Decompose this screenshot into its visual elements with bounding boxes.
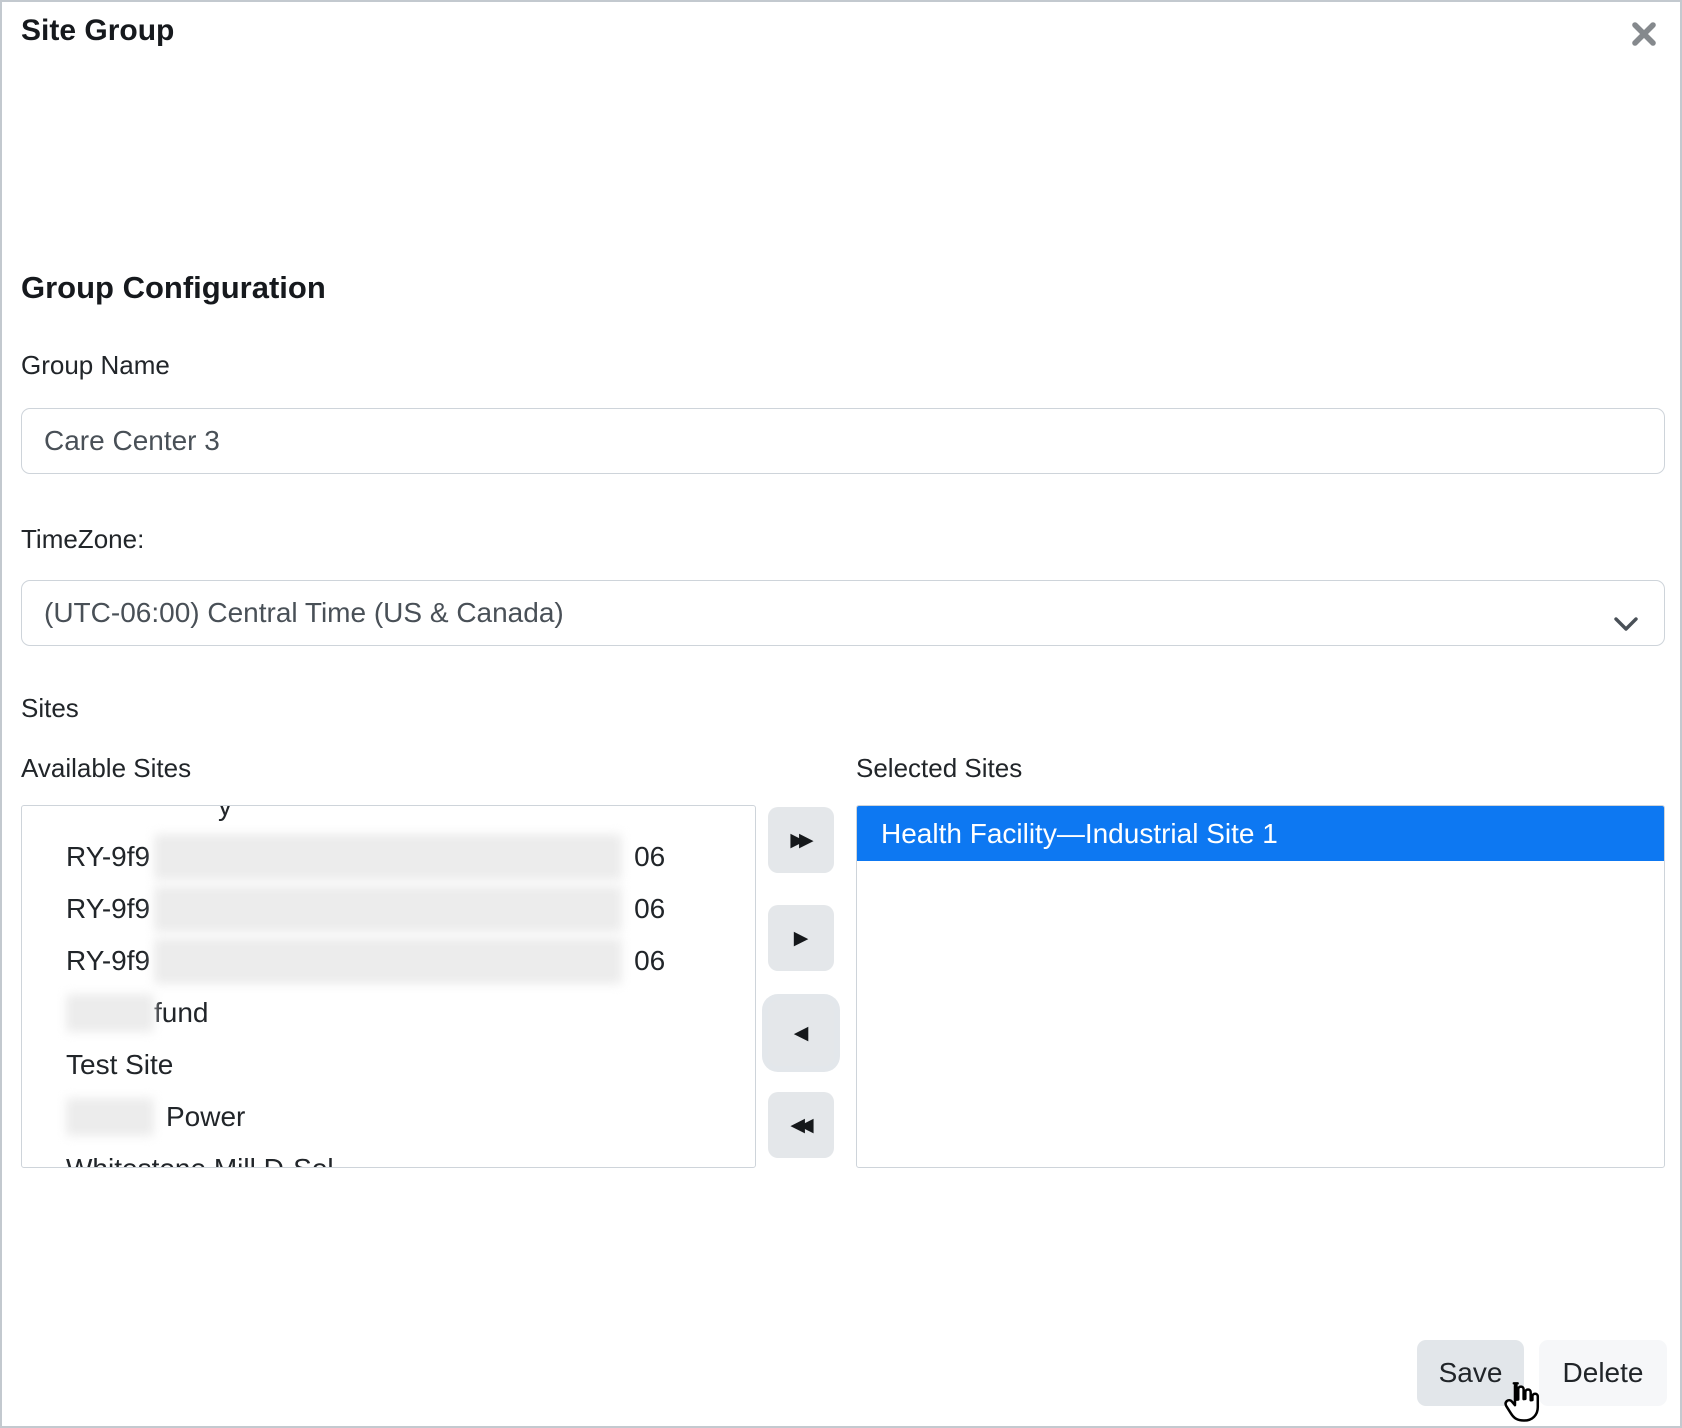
available-sites-list[interactable]: y RY-9f9 06 RY-9f9 06 RY-9f9 06 fund Test Site Po… — [21, 805, 756, 1168]
selected-sites-label: Selected Sites — [856, 753, 1022, 784]
available-site-item[interactable]: y — [22, 806, 755, 831]
double-left-arrow-icon: ◀◀ — [790, 1114, 807, 1137]
site-name-text: Test Site — [66, 1049, 173, 1081]
available-site-item[interactable]: fund — [22, 987, 755, 1039]
available-site-item[interactable]: RY-9f9 06 — [22, 831, 755, 883]
chevron-down-icon — [1614, 607, 1638, 639]
site-name-text: RY-9f9 — [66, 893, 150, 925]
available-site-item[interactable]: Whitestone Mill D-Sol — [22, 1143, 755, 1168]
double-right-arrow-icon: ▶▶ — [790, 829, 807, 852]
move-right-button[interactable]: ▶ — [768, 905, 834, 971]
selected-site-item[interactable]: Health Facility—Industrial Site 1 — [857, 806, 1664, 861]
right-arrow-icon: ▶ — [794, 927, 809, 950]
group-name-label: Group Name — [21, 350, 170, 381]
site-name-text: Whitestone Mill D-Sol — [66, 1153, 334, 1168]
site-name-text: 06 — [634, 841, 665, 873]
site-name-text: Health Facility—Industrial Site 1 — [881, 818, 1278, 850]
group-name-input[interactable] — [21, 408, 1665, 474]
move-left-button[interactable]: ◀ — [768, 1000, 834, 1066]
site-name-text: 06 — [634, 945, 665, 977]
site-name-text: Power — [166, 1101, 245, 1133]
site-name-text: fund — [154, 997, 209, 1029]
close-button[interactable] — [1628, 20, 1660, 52]
group-configuration-heading: Group Configuration — [21, 270, 326, 306]
redacted-text-block — [154, 834, 622, 880]
save-button[interactable]: Save — [1417, 1340, 1524, 1406]
available-sites-label: Available Sites — [21, 753, 191, 784]
move-all-left-button[interactable]: ◀◀ — [768, 1092, 834, 1158]
available-site-item[interactable]: RY-9f9 06 — [22, 883, 755, 935]
close-icon — [1629, 19, 1659, 54]
site-name-text: RY-9f9 — [66, 841, 150, 873]
dialog-title: Site Group — [21, 14, 174, 48]
site-name-text: 06 — [634, 893, 665, 925]
available-site-item[interactable]: RY-9f9 06 — [22, 935, 755, 987]
available-site-item[interactable]: Power — [22, 1091, 755, 1143]
timezone-label: TimeZone: — [21, 524, 144, 555]
site-group-dialog: Site Group Group Configuration Group Nam… — [0, 0, 1682, 1428]
sites-label: Sites — [21, 693, 79, 724]
selected-sites-list[interactable]: Health Facility—Industrial Site 1 — [856, 805, 1665, 1168]
delete-button[interactable]: Delete — [1539, 1340, 1667, 1406]
available-site-item[interactable]: Test Site — [22, 1039, 755, 1091]
redacted-text-block — [66, 994, 154, 1032]
site-name-text: RY-9f9 — [66, 945, 150, 977]
redacted-text-block — [154, 886, 622, 932]
redacted-text-block — [66, 1098, 154, 1136]
timezone-select[interactable]: (UTC-06:00) Central Time (US & Canada) — [21, 580, 1665, 646]
redacted-text-block — [154, 938, 622, 984]
partially-scrolled-item-text: y — [218, 806, 232, 822]
left-arrow-icon: ◀ — [794, 1022, 809, 1045]
move-all-right-button[interactable]: ▶▶ — [768, 807, 834, 873]
timezone-selected-value: (UTC-06:00) Central Time (US & Canada) — [44, 597, 564, 629]
